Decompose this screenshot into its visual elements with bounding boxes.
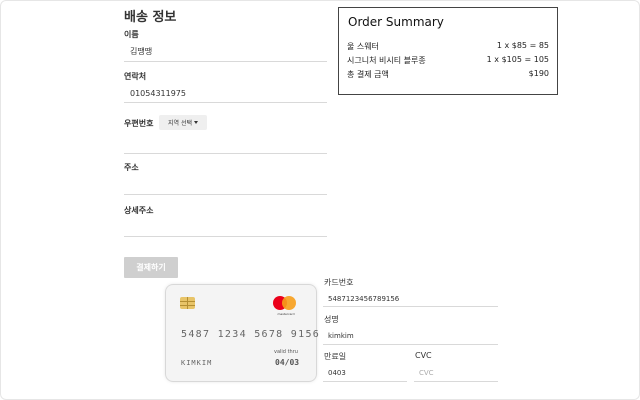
summary-item-name: 시그니처 비시티 블루종 xyxy=(347,56,426,65)
order-summary-title: Order Summary xyxy=(348,15,444,29)
address-label: 주소 xyxy=(124,163,139,172)
phone-label: 연락처 xyxy=(124,72,147,81)
card-number-underline xyxy=(323,306,498,307)
card-chip-icon xyxy=(180,297,195,309)
detail-address-label: 상세주소 xyxy=(124,206,154,215)
card-expiry-display: 04/03 xyxy=(275,358,300,367)
address-underline xyxy=(124,194,327,195)
valid-thru-label: valid thru xyxy=(274,349,298,355)
card-holder-display: KIMKIM xyxy=(181,359,213,367)
mastercard-logo-icon: mastercard xyxy=(271,296,301,318)
name-underline xyxy=(124,61,327,62)
card-number-input[interactable]: 5487123456789156 xyxy=(328,295,399,303)
card-number-display: 5487 1234 5678 9156 xyxy=(181,329,321,340)
mastercard-wordmark: mastercard xyxy=(277,312,295,316)
summary-total-value: $190 xyxy=(528,69,549,78)
detail-address-underline xyxy=(124,236,327,237)
pay-button[interactable]: 결제하기 xyxy=(124,257,178,278)
expiry-underline xyxy=(323,381,407,382)
region-select-label: 지역 선택 xyxy=(168,120,192,127)
expiry-input[interactable]: 0403 xyxy=(328,369,346,377)
summary-total-label: 총 결제 금액 xyxy=(347,70,389,79)
card-number-label: 카드번호 xyxy=(324,278,354,287)
caret-down-icon xyxy=(194,121,198,124)
postal-underline xyxy=(124,153,327,154)
name-label: 이름 xyxy=(124,30,139,39)
cardholder-name-input[interactable]: kimkim xyxy=(328,332,354,340)
shipping-title: 배송 정보 xyxy=(124,10,177,25)
cardholder-name-label: 성명 xyxy=(324,315,339,324)
expiry-label: 만료일 xyxy=(324,352,347,361)
cvc-input[interactable]: CVC xyxy=(419,369,434,377)
summary-item-name: 울 스웨터 xyxy=(347,42,379,51)
summary-item-price: 1 x $105 = 105 xyxy=(486,55,549,64)
region-select-button[interactable]: 지역 선택 xyxy=(159,115,207,130)
phone-underline xyxy=(124,102,327,103)
cvc-label: CVC xyxy=(415,351,432,360)
cvc-underline xyxy=(414,381,498,382)
phone-input[interactable]: 01054311975 xyxy=(130,89,186,98)
postal-label: 우편번호 xyxy=(124,119,154,128)
summary-item-price: 1 x $85 = 85 xyxy=(496,41,549,50)
cardholder-name-underline xyxy=(323,344,498,345)
name-input[interactable]: 김땡땡 xyxy=(130,46,152,57)
